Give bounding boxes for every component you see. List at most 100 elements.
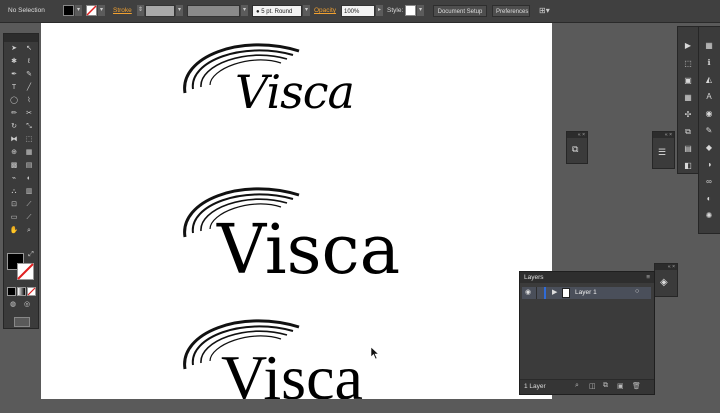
opacity-field[interactable]: 100% [341, 5, 375, 17]
delete-trash-icon[interactable]: 🗑 [632, 382, 641, 390]
style-swatch[interactable] [405, 5, 416, 16]
artboards-icon[interactable]: ▦ [682, 93, 694, 103]
link-icon[interactable]: ∞ [703, 177, 715, 187]
draw-behind-icon[interactable]: ◎ [21, 300, 33, 310]
collapsed-panel-2[interactable]: « × ☰ [652, 131, 675, 169]
panel-collapse-bar[interactable]: « × [653, 132, 674, 138]
opacity-dropdown[interactable]: ▸ [376, 5, 383, 16]
shape-builder-tool-icon[interactable]: ⊕ [8, 148, 20, 158]
graph-tool-icon[interactable]: ▥ [23, 187, 35, 197]
artboard-tool-icon[interactable]: ⊡ [8, 200, 20, 210]
stroke-swatch[interactable] [86, 5, 97, 16]
collapsed-layers-dock[interactable]: « × ◈ [654, 263, 678, 297]
layer-name[interactable]: Layer 1 [575, 288, 597, 298]
transform-panel-icon[interactable]: ⧉ [572, 144, 578, 155]
hand-tool-icon[interactable]: ✋ [8, 226, 20, 236]
info-icon[interactable]: ℹ [703, 58, 715, 68]
layer-row[interactable]: ◉ ▶ Layer 1 ○ [522, 287, 651, 299]
gradient-mode-icon[interactable] [17, 287, 26, 296]
line-tool-icon[interactable]: ╱ [23, 83, 35, 93]
free-transform-tool-icon[interactable]: ⬚ [23, 135, 35, 145]
drawing-modes-icon[interactable]: ◍ [7, 300, 19, 310]
symbols-icon[interactable]: ✣ [682, 110, 694, 120]
eyedropper-tool-icon[interactable]: ⌁ [8, 174, 20, 184]
align-panel-icon[interactable]: ☰ [658, 147, 666, 158]
curvature-tool-icon[interactable]: ✎ [23, 70, 35, 80]
navigator-icon[interactable]: ◭ [703, 75, 715, 85]
panel-collapse-bar[interactable]: « × [567, 132, 587, 138]
new-layer-icon[interactable]: ▣ [617, 382, 624, 390]
panel-collapse-bar[interactable]: « × [655, 264, 677, 270]
collapsed-panel-1[interactable]: « × ⧉ [566, 131, 588, 164]
scissors-tool-icon[interactable]: ✂ [23, 109, 35, 119]
eraser-tool-icon[interactable]: ▭ [8, 213, 20, 223]
knife-tool-icon[interactable]: ⟋ [23, 213, 35, 223]
stroke-weight-dropdown[interactable]: ▾ [176, 5, 183, 16]
variable-width-dropdown[interactable]: ▾ [241, 5, 248, 16]
fill-dropdown[interactable]: ▾ [75, 5, 82, 16]
new-sublayer-icon[interactable]: ⧉ [603, 382, 608, 390]
direct-selection-tool-icon[interactable]: ↖ [23, 44, 35, 54]
rotate-tool-icon[interactable]: ↻ [8, 122, 20, 132]
type-tool-icon[interactable]: T [8, 83, 20, 93]
tools-panel-header[interactable] [4, 34, 38, 42]
paintbrush-tool-icon[interactable]: ⌇ [23, 96, 35, 106]
color-guide-icon[interactable]: ◑ [703, 160, 715, 170]
mesh-tool-icon[interactable]: ▩ [8, 161, 20, 171]
preferences-button[interactable]: Preferences [492, 5, 530, 17]
graphic-styles-icon[interactable]: ◆ [703, 143, 715, 153]
lasso-tool-icon[interactable]: ℓ [23, 57, 35, 67]
expand-triangle-icon[interactable]: ▶ [552, 288, 557, 296]
layers-panel-title-bar[interactable]: Layers ≡ [520, 272, 654, 283]
panel-menu-icon[interactable]: ≡ [646, 272, 650, 283]
arrange-documents-icon[interactable]: ⊞▾ [539, 5, 557, 17]
artboard[interactable]: Visca Visca Visca [41, 23, 552, 399]
brushes-icon[interactable]: ✎ [703, 126, 715, 136]
swatches-icon[interactable]: ▦ [703, 41, 715, 51]
none-mode-icon[interactable] [27, 287, 36, 296]
pen-tool-icon[interactable]: ✒ [8, 70, 20, 80]
ellipse-tool-icon[interactable]: ◯ [8, 96, 20, 106]
stroke-color-box[interactable] [17, 263, 34, 280]
links-icon[interactable]: ⧉ [682, 127, 694, 137]
selection-tool-icon[interactable]: ➤ [8, 44, 20, 54]
stroke-label[interactable]: Stroke [113, 5, 132, 17]
visibility-eye-icon[interactable]: ◉ [525, 288, 531, 296]
style-dropdown[interactable]: ▾ [417, 5, 424, 16]
target-circle-icon[interactable]: ○ [635, 288, 639, 295]
blend-tool-icon[interactable]: ◐ [23, 174, 35, 184]
asset-export-icon[interactable]: ▤ [682, 144, 694, 154]
brush-definition-field[interactable]: ● 5 pt. Round [252, 5, 302, 17]
variable-width-field[interactable] [187, 5, 240, 17]
appearance-icon[interactable]: ◉ [703, 109, 715, 119]
scale-tool-icon[interactable]: ⤡ [23, 122, 35, 132]
perspective-grid-tool-icon[interactable]: ▦ [23, 148, 35, 158]
slice-tool-icon[interactable]: ⟋ [23, 200, 35, 210]
pencil-tool-icon[interactable]: ✏ [8, 109, 20, 119]
document-setup-button[interactable]: Document Setup [433, 5, 487, 17]
screen-mode-icon[interactable] [14, 317, 30, 327]
properties-icon[interactable]: ▣ [682, 76, 694, 86]
play-action-icon[interactable]: ▶ [682, 41, 694, 51]
zoom-tool-icon[interactable]: ⌕ [23, 226, 35, 236]
libraries-icon[interactable]: ⬚ [682, 59, 694, 69]
character-icon[interactable]: A [703, 92, 715, 102]
magic-wand-tool-icon[interactable]: ✱ [8, 57, 20, 67]
stroke-weight-field[interactable] [145, 5, 175, 17]
symbol-sprayer-tool-icon[interactable]: ⛬ [8, 187, 20, 197]
locate-object-icon[interactable]: ⌕ [575, 382, 579, 390]
fill-swatch[interactable] [63, 5, 74, 16]
opacity-label[interactable]: Opacity [314, 5, 336, 17]
layers-panel-icon[interactable]: ◈ [660, 277, 668, 288]
swap-fill-stroke-icon[interactable]: ⤢ [25, 250, 37, 260]
brush-dropdown[interactable]: ▾ [303, 5, 310, 16]
pathfinder-icon[interactable]: ◧ [682, 161, 694, 171]
color-mode-icon[interactable] [7, 287, 16, 296]
sun-icon[interactable]: ✺ [703, 211, 715, 221]
transparency-icon[interactable]: ◐ [703, 194, 715, 204]
make-clipping-mask-icon[interactable]: ◫ [589, 382, 596, 390]
stroke-weight-stepper[interactable]: ⇕ [137, 5, 144, 16]
gradient-tool-icon[interactable]: ▤ [23, 161, 35, 171]
width-tool-icon[interactable]: ⧓ [8, 135, 20, 145]
stroke-dropdown[interactable]: ▾ [98, 5, 105, 16]
